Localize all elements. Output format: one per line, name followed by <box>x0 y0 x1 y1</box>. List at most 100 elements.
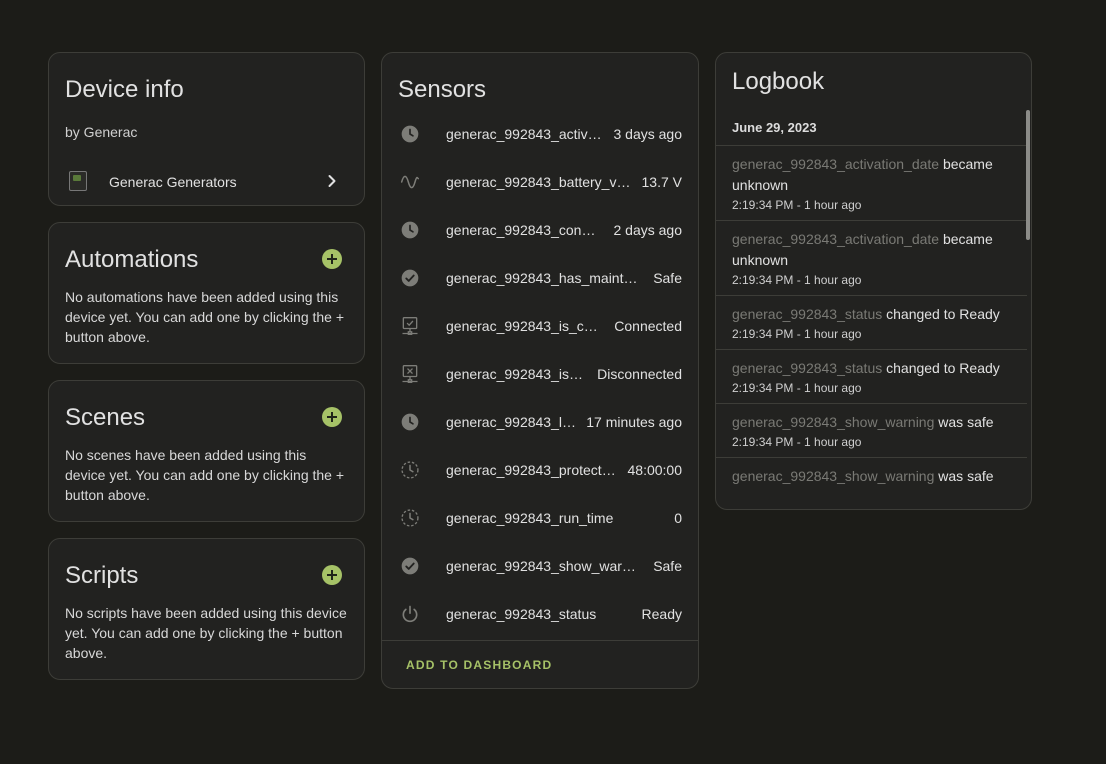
chevron-right-icon <box>328 175 336 187</box>
sensor-value: Ready <box>641 606 682 622</box>
sensor-value: 0 <box>674 510 682 526</box>
sensor-row[interactable]: 13.7 V generac_992843_battery_voltage <box>382 158 698 206</box>
check-circle-icon <box>401 269 419 287</box>
scripts-title: Scripts <box>65 562 139 589</box>
logbook-time: 2:19:34 PM - 1 hour ago <box>732 273 862 287</box>
sensor-value: Safe <box>653 558 682 574</box>
logbook-entry[interactable]: generac_992843_activation_date became un… <box>716 145 1027 220</box>
sensor-name: generac_992843_is_connecting <box>446 366 587 382</box>
logbook-title: Logbook <box>732 68 825 95</box>
logbook-entity-name[interactable]: generac_992843_show_warning <box>732 414 934 430</box>
sensor-name: generac_992843_show_warning <box>446 558 643 574</box>
timer-icon <box>401 461 419 479</box>
logbook-entry-text: generac_992843_status changed to Ready <box>732 304 1011 325</box>
scripts-card: Scripts No scripts have been added using… <box>48 538 365 680</box>
scenes-empty-text: No scenes have been added using this dev… <box>65 447 345 503</box>
add-to-dashboard-button[interactable]: ADD TO DASHBOARD <box>406 658 552 672</box>
sensor-row[interactable]: Connected generac_992843_is_connected <box>382 302 698 350</box>
logbook-list: generac_992843_activation_date became un… <box>716 145 1027 495</box>
logbook-entity-name[interactable]: generac_992843_activation_date <box>732 156 939 172</box>
logbook-entry-text: generac_992843_activation_date became un… <box>732 229 1011 271</box>
logbook-entry[interactable]: generac_992843_activation_date became un… <box>716 220 1027 295</box>
sensor-row[interactable]: 2 days ago generac_992843_connection_time <box>382 206 698 254</box>
scripts-empty-text: No scripts have been added using this de… <box>65 605 347 661</box>
logbook-date: June 29, 2023 <box>732 120 817 135</box>
clock-icon <box>401 125 419 143</box>
device-info-card: Device info by Generac Generac Generator… <box>48 52 365 206</box>
sensors-title: Sensors <box>398 76 487 103</box>
sensor-row[interactable]: 17 minutes ago generac_992843_last_seen <box>382 398 698 446</box>
power-icon <box>402 605 418 623</box>
timer-icon <box>401 509 419 527</box>
scenes-card: Scenes No scenes have been added using t… <box>48 380 365 522</box>
logbook-time: 2:19:34 PM - 1 hour ago <box>732 327 862 341</box>
logbook-entity-name[interactable]: generac_992843_activation_date <box>732 231 939 247</box>
logbook-entity-name[interactable]: generac_992843_show_warning <box>732 468 934 484</box>
logbook-message: was safe <box>938 414 994 430</box>
sensor-value: 48:00:00 <box>627 462 683 478</box>
scenes-title: Scenes <box>65 404 146 431</box>
sensors-footer: ADD TO DASHBOARD <box>382 640 698 688</box>
sensor-value: 2 days ago <box>613 222 683 238</box>
sensor-value: 13.7 V <box>641 174 682 190</box>
integration-link[interactable]: Generac Generators <box>49 165 364 201</box>
add-scene-button[interactable] <box>322 407 342 427</box>
sensor-row[interactable]: Safe generac_992843_has_maintenance_alert <box>382 254 698 302</box>
sensor-name: generac_992843_is_connected <box>446 318 604 334</box>
logbook-time: 2:19:34 PM - 1 hour ago <box>732 381 862 395</box>
logbook-message: changed to Ready <box>886 360 1000 376</box>
logbook-card: Logbook June 29, 2023 generac_992843_act… <box>715 52 1032 510</box>
device-manufacturer: by Generac <box>65 124 138 140</box>
sensor-value: 3 days ago <box>613 126 683 142</box>
lan-disconnect-icon <box>402 365 418 383</box>
automations-empty-text: No automations have been added using thi… <box>65 289 345 345</box>
sensor-value: 17 minutes ago <box>586 414 682 430</box>
brand-logo-icon <box>69 171 87 191</box>
sensor-value: Connected <box>614 318 682 334</box>
sensor-row[interactable]: Disconnected generac_992843_is_connecting <box>382 350 698 398</box>
sensor-name: generac_992843_battery_voltage <box>446 174 632 190</box>
sensor-row[interactable]: Ready generac_992843_status <box>382 590 698 638</box>
sensor-list: 3 days ago generac_992843_activation_date… <box>382 110 698 638</box>
logbook-message: changed to Ready <box>886 306 1000 322</box>
add-script-button[interactable] <box>322 565 342 585</box>
logbook-time: 2:19:34 PM - 1 hour ago <box>732 435 862 449</box>
integration-label: Generac Generators <box>109 174 237 190</box>
logbook-entity-name[interactable]: generac_992843_status <box>732 306 882 322</box>
sine-wave-icon <box>400 175 420 189</box>
automations-title: Automations <box>65 246 199 273</box>
device-info-title: Device info <box>65 76 184 103</box>
sensor-name: generac_992843_status <box>446 606 597 622</box>
sensor-name: generac_992843_has_maintenance_alert <box>446 270 643 286</box>
logbook-entry[interactable]: generac_992843_status changed to Ready 2:… <box>716 349 1027 403</box>
logbook-entity-name[interactable]: generac_992843_status <box>732 360 882 376</box>
sensor-value: Safe <box>653 270 682 286</box>
logbook-entry[interactable]: generac_992843_status changed to Ready 2:… <box>716 295 1027 349</box>
add-automation-button[interactable] <box>322 249 342 269</box>
lan-connect-icon <box>402 317 418 335</box>
logbook-entry[interactable]: generac_992843_show_warning was safe 2:19… <box>716 403 1027 457</box>
logbook-scrollbar[interactable] <box>1026 110 1030 240</box>
logbook-entry-text: generac_992843_show_warning was safe <box>732 466 1011 487</box>
sensors-card: Sensors 3 days ago generac_992843_activat… <box>381 52 699 689</box>
sensor-row[interactable]: 0 generac_992843_run_time <box>382 494 698 542</box>
automations-card: Automations No automations have been add… <box>48 222 365 364</box>
sensor-name: generac_992843_last_seen <box>446 414 576 430</box>
clock-icon <box>401 413 419 431</box>
sensor-row[interactable]: Safe generac_992843_show_warning <box>382 542 698 590</box>
logbook-time: 2:19:34 PM - 1 hour ago <box>732 198 862 212</box>
clock-icon <box>401 221 419 239</box>
logbook-entry[interactable]: generac_992843_show_warning was safe <box>716 457 1027 495</box>
logbook-entry-text: generac_992843_activation_date became un… <box>732 154 1011 196</box>
sensor-row[interactable]: 48:00:00 generac_992843_protection_time <box>382 446 698 494</box>
sensor-name: generac_992843_connection_time <box>446 222 603 238</box>
sensor-name: generac_992843_run_time <box>446 510 614 526</box>
sensor-row[interactable]: 3 days ago generac_992843_activation_date <box>382 110 698 158</box>
logbook-entry-text: generac_992843_show_warning was safe <box>732 412 1011 433</box>
sensor-value: Disconnected <box>597 366 682 382</box>
check-circle-icon <box>401 557 419 575</box>
sensor-name: generac_992843_activation_date <box>446 126 603 142</box>
logbook-entry-text: generac_992843_status changed to Ready <box>732 358 1011 379</box>
sensor-name: generac_992843_protection_time <box>446 462 617 478</box>
logbook-message: was safe <box>938 468 994 484</box>
